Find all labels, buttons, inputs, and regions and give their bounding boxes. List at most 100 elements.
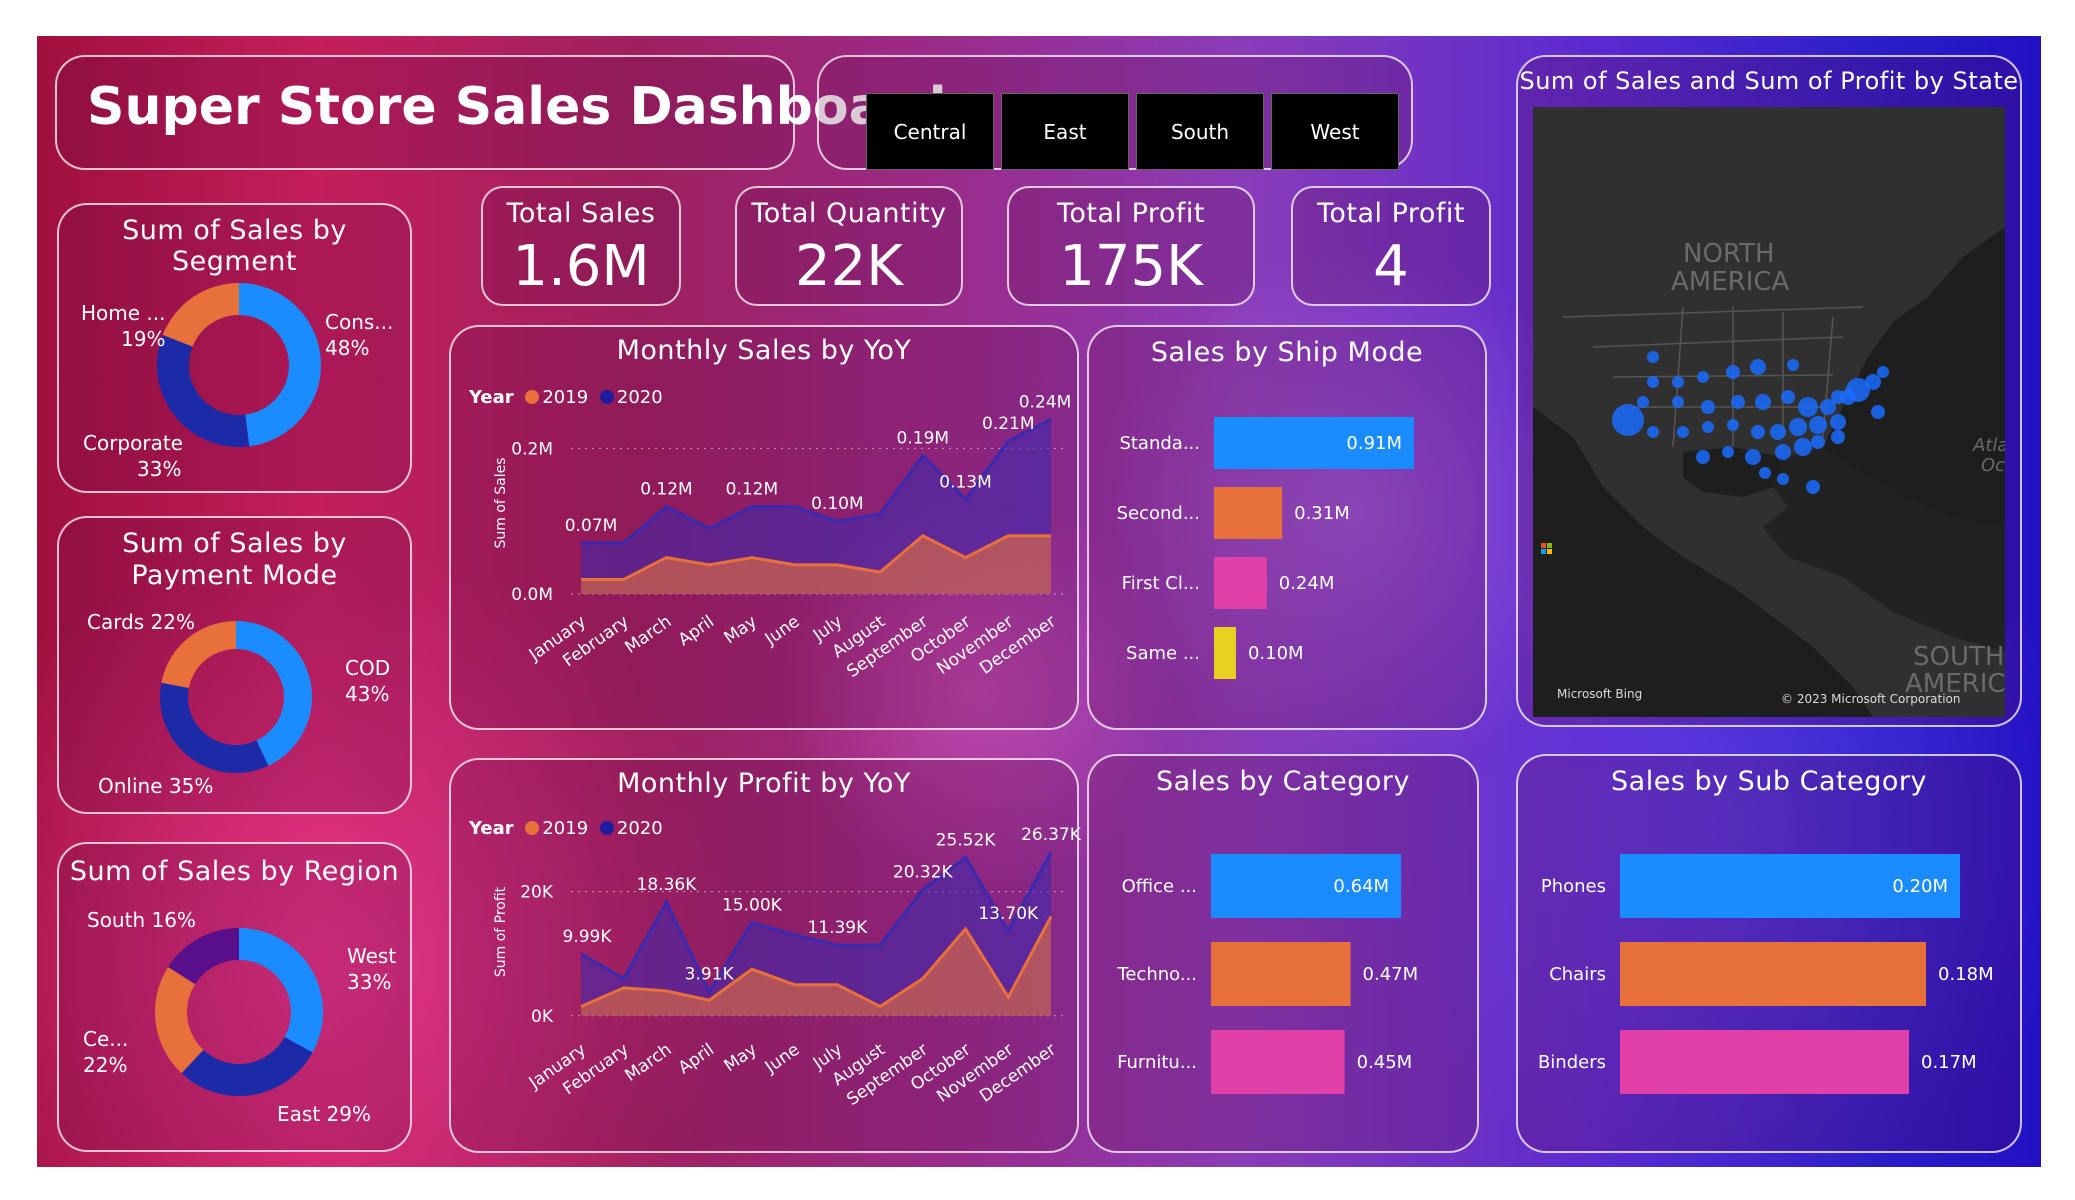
state-bubble[interactable] [1865, 374, 1881, 390]
category-label: Same ... [1126, 643, 1200, 664]
state-bubble[interactable] [1647, 351, 1659, 363]
state-bubble[interactable] [1789, 418, 1807, 436]
value-label: 0.18M [1938, 964, 1994, 985]
region-pct-central: 22% [83, 1053, 128, 1077]
data-label: 15.00K [722, 896, 783, 916]
state-bubble[interactable] [1830, 414, 1846, 430]
ship-mode-bar-chart[interactable]: Standa... 0.91M Second... 0.31M First Cl... 0… [1089, 327, 1489, 732]
state-bubble[interactable] [1787, 359, 1799, 371]
map-panel: Sum of Sales and Sum of Profit by State … [1516, 55, 2022, 727]
state-bubble[interactable] [1751, 425, 1765, 439]
map-label-south: SOUTH [1913, 642, 2005, 672]
title-panel: Super Store Sales Dashboard [55, 55, 947, 170]
state-bubble[interactable] [1677, 426, 1689, 438]
data-label: 3.91K [685, 965, 735, 985]
data-label: 0.19M [897, 429, 950, 449]
state-bubble[interactable] [1637, 396, 1649, 408]
bar-first-class[interactable] [1214, 557, 1267, 609]
slicer-east[interactable]: East [1001, 93, 1129, 170]
state-bubble[interactable] [1722, 446, 1734, 458]
donut-slice-consumer[interactable] [239, 283, 321, 447]
slicer-west[interactable]: West [1271, 93, 1399, 170]
x-tick-label: April [675, 612, 718, 651]
segment-label-consumer: Cons... [325, 310, 394, 334]
bar-technology[interactable] [1211, 942, 1351, 1006]
y-tick-label: 20K [520, 883, 554, 903]
region-label-south: South 16% [87, 908, 196, 932]
panel-title: Sum of Sales by Region [69, 856, 400, 887]
state-bubble[interactable] [1745, 449, 1761, 465]
state-bubble[interactable] [1798, 397, 1818, 417]
category-label: Furnitu... [1117, 1052, 1197, 1073]
bar-chairs[interactable] [1620, 942, 1926, 1006]
donut-slice-east[interactable] [181, 1037, 313, 1096]
kpi-title: Total Sales [506, 198, 656, 229]
slicer-south[interactable]: South [1136, 93, 1264, 170]
data-label: 0.12M [640, 480, 693, 500]
state-bubble[interactable] [1647, 426, 1659, 438]
bar-same-day[interactable] [1214, 627, 1236, 679]
value-label: 0.10M [1248, 643, 1304, 664]
state-bubble[interactable] [1809, 416, 1827, 434]
sub-category-panel: Sales by Sub Category Phones 0.20M Chairs 0… [1516, 754, 2022, 1153]
bing-logo-yellow [1547, 549, 1552, 554]
slicer-east-label: East [1043, 119, 1087, 144]
state-bubble[interactable] [1612, 404, 1644, 436]
state-bubble[interactable] [1702, 421, 1714, 433]
bar-furniture[interactable] [1211, 1030, 1345, 1094]
monthly-sales-chart[interactable]: 0.2M 0.0M Sum of Sales 0.07M 0.12M 0.12M 0.10M… [451, 327, 1081, 732]
state-bubble[interactable] [1775, 444, 1791, 460]
bar-second-class[interactable] [1214, 487, 1283, 539]
state-bubble[interactable] [1781, 390, 1795, 404]
state-bubble[interactable] [1731, 395, 1745, 409]
data-label: 11.39K [807, 918, 868, 938]
state-bubble[interactable] [1871, 405, 1885, 419]
state-bubble[interactable] [1811, 435, 1825, 449]
data-label: 0.12M [726, 480, 779, 500]
donut-slice-central[interactable] [155, 966, 204, 1074]
bar-binders[interactable] [1620, 1030, 1909, 1094]
map-view[interactable]: NORTH AMERICA Atla Oc SOUTH AMERIC Micro… [1533, 107, 2005, 717]
donut-slice-online[interactable] [160, 682, 269, 773]
segment-donut-chart[interactable] [149, 275, 329, 455]
data-label: 0.24M [1019, 392, 1072, 412]
slicer-central[interactable]: Central [866, 93, 994, 170]
payment-pct-cod: 43% [345, 682, 390, 706]
state-bubble[interactable] [1759, 467, 1771, 479]
state-bubble[interactable] [1647, 376, 1659, 388]
value-label: 0.24M [1279, 573, 1335, 594]
kpi-title: Total Profit [1316, 198, 1466, 229]
sub-category-bar-chart[interactable]: Phones 0.20M Chairs 0.18M Binders 0.17M [1518, 756, 2024, 1155]
state-bubble[interactable] [1794, 438, 1812, 456]
state-bubble[interactable] [1831, 430, 1845, 444]
state-bubble[interactable] [1777, 473, 1789, 485]
region-donut-chart[interactable] [151, 924, 327, 1100]
monthly-profit-chart[interactable]: 20K 0K Sum of Profit 9.99K 18.36K 3.91K 15.00K… [451, 760, 1081, 1155]
map-label-oc: Oc [1981, 455, 2005, 476]
state-bubble[interactable] [1726, 365, 1740, 379]
kpi-value: 22K [795, 234, 903, 299]
payment-donut-chart[interactable] [153, 614, 319, 780]
state-bubble[interactable] [1806, 480, 1820, 494]
state-bubble[interactable] [1755, 394, 1771, 410]
data-label: 26.37K [1021, 825, 1081, 845]
state-bubble[interactable] [1727, 419, 1739, 431]
state-bubble[interactable] [1696, 450, 1710, 464]
category-bar-chart[interactable]: Office ... 0.64M Techno... 0.47M Furnitu... 0… [1089, 756, 1481, 1155]
state-bubble[interactable] [1820, 399, 1836, 415]
state-bubble[interactable] [1672, 376, 1684, 388]
state-bubble[interactable] [1770, 424, 1786, 440]
state-bubble[interactable] [1877, 366, 1889, 378]
donut-slice-home-office[interactable] [162, 283, 239, 347]
state-bubble[interactable] [1701, 400, 1715, 414]
state-bubble[interactable] [1672, 396, 1684, 408]
payment-label-cod: COD [345, 656, 391, 680]
state-bubble[interactable] [1750, 359, 1766, 375]
donut-slice-west[interactable] [239, 928, 323, 1053]
x-tick-label: June [761, 612, 804, 650]
map-label-atl: Atla [1973, 435, 2005, 456]
y-tick-label: 0.2M [511, 439, 553, 459]
bing-logo-blue [1541, 549, 1546, 554]
region-pct-west: 33% [347, 970, 392, 994]
state-bubble[interactable] [1697, 371, 1709, 383]
